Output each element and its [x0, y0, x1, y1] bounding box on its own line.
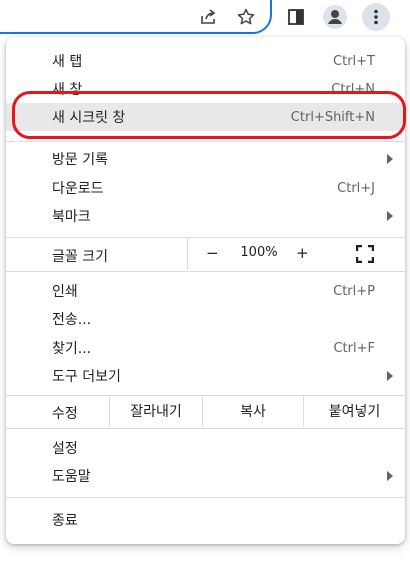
browser-toolbar — [0, 0, 410, 34]
menu-item-label: 북마크 — [52, 209, 91, 225]
star-icon[interactable] — [233, 4, 259, 30]
menu-item-label: 새 탭 — [52, 54, 83, 70]
menu-item-print[interactable]: 인쇄 Ctrl+P — [6, 277, 405, 305]
menu-item-settings[interactable]: 설정 — [6, 434, 405, 462]
menu-item-shortcut: Ctrl+F — [333, 340, 375, 356]
profile-icon[interactable] — [322, 4, 348, 30]
zoom-level: 100% — [240, 245, 278, 260]
zoom-in-button[interactable]: + — [296, 244, 309, 262]
menu-item-downloads[interactable]: 다운로드 Ctrl+J — [6, 174, 405, 202]
menu-divider — [6, 141, 405, 142]
menu-item-label: 다운로드 — [52, 181, 104, 197]
more-vert-icon[interactable] — [362, 3, 390, 31]
menu-item-label: 설정 — [52, 441, 78, 457]
menu-item-history[interactable]: 방문 기록 — [6, 145, 405, 173]
edit-row: 수정 잘라내기 복사 붙여넣기 — [6, 395, 405, 427]
menu-item-label: 종료 — [52, 513, 78, 529]
zoom-out-button[interactable]: − — [206, 244, 219, 262]
submenu-arrow-icon — [387, 154, 393, 164]
cut-button[interactable]: 잘라내기 — [109, 395, 202, 427]
menu-item-cast[interactable]: 전송... — [6, 305, 405, 333]
menu-item-more-tools[interactable]: 도구 더보기 — [6, 362, 405, 390]
annotation-highlight-ring — [12, 91, 406, 139]
submenu-arrow-icon — [387, 371, 393, 381]
menu-item-find[interactable]: 찾기... Ctrl+F — [6, 334, 405, 362]
menu-item-label: 찾기... — [52, 341, 92, 357]
zoom-row: 글꼴 크기 − 100% + — [6, 238, 405, 270]
edit-label: 수정 — [52, 406, 78, 422]
submenu-arrow-icon — [387, 471, 393, 481]
copy-button[interactable]: 복사 — [202, 395, 303, 427]
menu-item-shortcut: Ctrl+P — [333, 283, 375, 299]
zoom-controls: − 100% + — [187, 238, 405, 270]
menu-item-new-tab[interactable]: 새 탭 Ctrl+T — [6, 47, 405, 75]
menu-item-label: 도움말 — [52, 469, 91, 485]
menu-item-label: 방문 기록 — [52, 152, 108, 168]
menu-item-exit[interactable]: 종료 — [6, 506, 405, 534]
menu-item-bookmarks[interactable]: 북마크 — [6, 202, 405, 230]
share-icon[interactable] — [195, 4, 221, 30]
side-panel-icon[interactable] — [283, 4, 309, 30]
menu-divider — [6, 497, 405, 498]
menu-item-shortcut: Ctrl+J — [337, 180, 375, 196]
submenu-arrow-icon — [387, 211, 393, 221]
menu-item-help[interactable]: 도움말 — [6, 462, 405, 490]
menu-divider — [6, 428, 405, 429]
menu-item-label: 전송... — [52, 312, 92, 328]
menu-divider — [6, 271, 405, 272]
zoom-label: 글꼴 크기 — [52, 249, 108, 265]
menu-item-label: 인쇄 — [52, 284, 78, 300]
menu-item-label: 도구 더보기 — [52, 369, 121, 385]
fullscreen-icon[interactable] — [355, 244, 375, 264]
paste-button[interactable]: 붙여넣기 — [303, 395, 405, 427]
omnibox-focus-ring — [0, 0, 272, 34]
menu-item-shortcut: Ctrl+T — [333, 53, 375, 69]
